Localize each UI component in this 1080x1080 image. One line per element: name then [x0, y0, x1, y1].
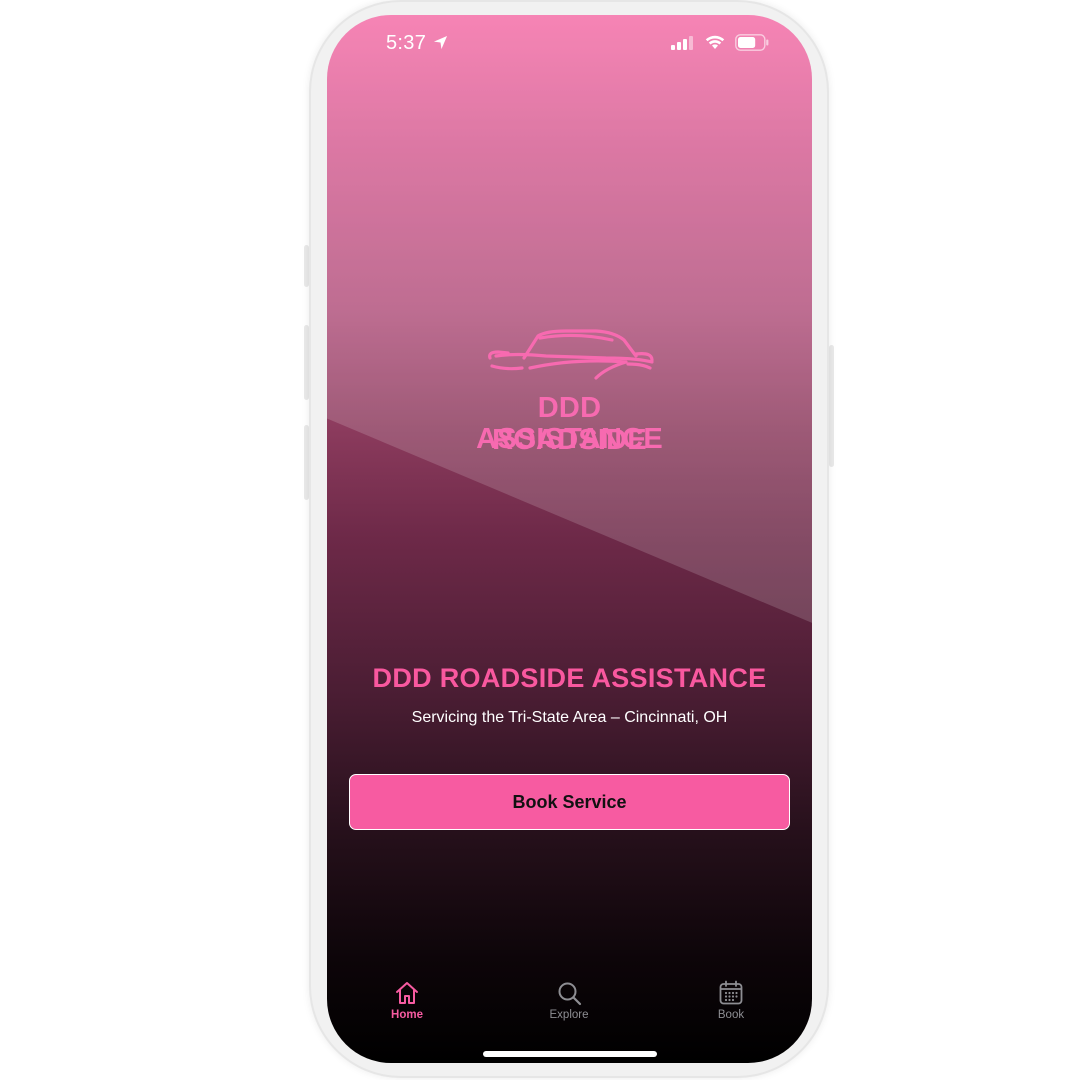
background-diagonal — [327, 15, 812, 623]
home-icon — [396, 982, 418, 1004]
search-icon — [558, 982, 582, 1006]
wifi-icon — [705, 35, 725, 49]
tab-explore[interactable]: Explore — [529, 975, 609, 1021]
tab-home-label: Home — [391, 1009, 423, 1021]
book-service-button[interactable]: Book Service — [349, 774, 790, 830]
tab-home[interactable]: Home — [367, 975, 447, 1021]
status-bar: 5:37 — [327, 15, 812, 71]
tab-explore-label: Explore — [549, 1009, 589, 1021]
tab-book-label: Book — [717, 1009, 745, 1021]
power-button — [829, 345, 834, 467]
cellular-signal-icon — [671, 36, 693, 50]
battery-icon — [735, 34, 769, 51]
calendar-icon — [719, 980, 743, 1005]
status-time: 5:37 — [386, 32, 427, 54]
hero-subtitle: Servicing the Tri-State Area – Cincinnat… — [411, 709, 728, 726]
home-indicator — [483, 1051, 657, 1057]
hero-title: DDD ROADSIDE ASSISTANCE — [372, 663, 767, 693]
brand-logo: DDD ROADSIDE ASSISTANCE — [462, 328, 677, 458]
book-service-label: Book Service — [512, 791, 627, 812]
app-screen: 5:37 DDD ROADSIDE ASSISTANCE DDD ROADSID… — [327, 15, 812, 1063]
location-arrow-icon — [433, 35, 448, 50]
tab-book[interactable]: Book — [691, 975, 771, 1021]
car-silhouette-icon — [488, 329, 654, 380]
logo-text-line2: ASSISTANCE — [476, 423, 663, 455]
tab-bar: Home Explore Book — [327, 975, 812, 1045]
